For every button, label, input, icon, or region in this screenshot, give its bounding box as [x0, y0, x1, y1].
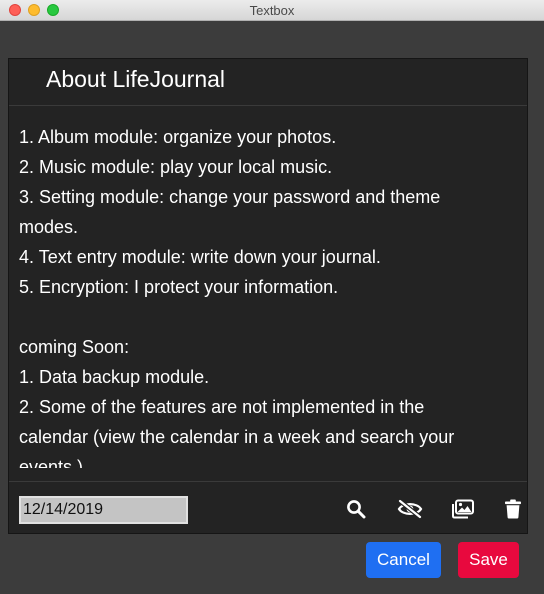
text-line: 2. Music module: play your local music.: [19, 157, 333, 177]
images-button[interactable]: [450, 496, 476, 522]
trash-icon: [505, 499, 521, 519]
text-line: 1. Album module: organize your photos.: [19, 127, 337, 147]
text-line: coming Soon:: [19, 337, 130, 357]
text-line: 3. Setting module: change your password …: [19, 187, 441, 207]
textbox-window: Textbox About LifeJournal 1. Album modul…: [0, 0, 544, 594]
panel-footer: [9, 481, 527, 535]
save-button[interactable]: Save: [458, 542, 519, 578]
search-icon: [347, 500, 366, 519]
delete-button[interactable]: [500, 496, 526, 522]
hide-text-button[interactable]: [397, 496, 423, 522]
text-line: 4. Text entry module: write down your jo…: [19, 247, 381, 267]
panel-header: About LifeJournal: [9, 59, 527, 106]
text-line: 1. Data backup module.: [19, 367, 210, 387]
text-line: 5. Encryption: I protect your informatio…: [19, 277, 339, 297]
date-field[interactable]: [19, 496, 188, 524]
text-line: 2. Some of the features are not implemen…: [19, 397, 425, 417]
text-line: events.): [19, 457, 84, 468]
search-button[interactable]: [343, 496, 369, 522]
panel-title: About LifeJournal: [46, 66, 226, 92]
text-line: modes.: [19, 217, 79, 237]
title-bar: Textbox: [0, 0, 544, 21]
journal-text-area[interactable]: 1. Album module: organize your photos. 2…: [19, 122, 509, 468]
about-panel: About LifeJournal 1. Album module: organ…: [8, 58, 528, 534]
cancel-button[interactable]: Cancel: [366, 542, 441, 578]
text-line: calendar (view the calendar in a week an…: [19, 427, 455, 447]
eye-slash-icon: [397, 499, 423, 519]
window-title: Textbox: [249, 3, 295, 18]
images-icon: [452, 499, 474, 519]
